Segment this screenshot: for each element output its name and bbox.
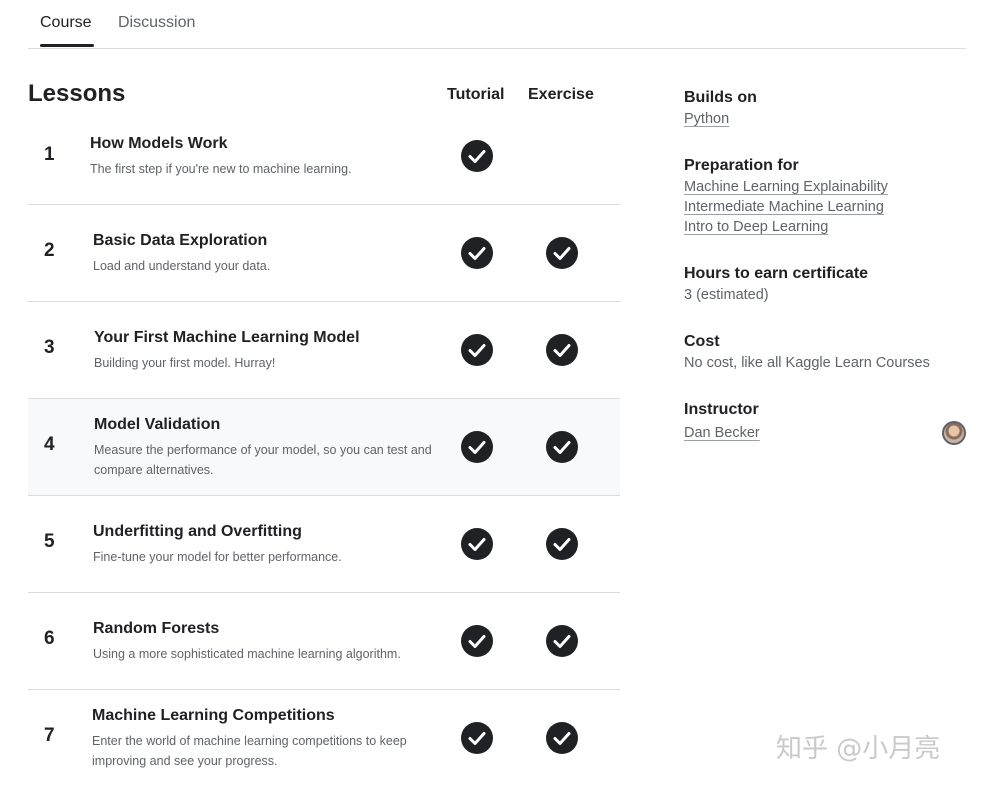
exercise-check-icon[interactable]: [546, 722, 578, 754]
lesson-title[interactable]: Your First Machine Learning Model: [94, 329, 360, 347]
active-tab-indicator: [40, 44, 94, 47]
lesson-description: Building your first model. Hurray!: [94, 356, 276, 370]
lesson-title[interactable]: Model Validation: [94, 416, 220, 434]
tutorial-check-icon[interactable]: [461, 722, 493, 754]
exercise-check-icon[interactable]: [546, 625, 578, 657]
lesson-number: 3: [44, 337, 55, 358]
tab-course[interactable]: Course: [40, 14, 92, 32]
lesson-number: 1: [44, 144, 55, 165]
tutorial-check-icon[interactable]: [461, 140, 493, 172]
builds-on-label: Builds on: [684, 89, 757, 106]
tutorial-check-icon[interactable]: [461, 431, 493, 463]
tutorial-check-icon[interactable]: [461, 237, 493, 269]
preparation-link-intro-deep-learning[interactable]: Intro to Deep Learning: [684, 219, 828, 235]
lesson-title[interactable]: Underfitting and Overfitting: [93, 523, 302, 541]
lesson-row[interactable]: 2 Basic Data Exploration Load and unders…: [28, 205, 620, 302]
lesson-number: 2: [44, 240, 55, 261]
lesson-row[interactable]: 7 Machine Learning Competitions Enter th…: [28, 690, 620, 786]
lesson-number: 5: [44, 531, 55, 552]
preparation-for-label: Preparation for: [684, 157, 799, 174]
lesson-description: The first step if you're new to machine …: [90, 162, 352, 176]
lesson-description: Measure the performance of your model, s…: [94, 443, 432, 477]
exercise-check-icon[interactable]: [546, 237, 578, 269]
tutorial-check-icon[interactable]: [461, 528, 493, 560]
hours-label: Hours to earn certificate: [684, 265, 869, 282]
lesson-description: Fine-tune your model for better performa…: [93, 550, 342, 564]
lesson-title[interactable]: Machine Learning Competitions: [92, 707, 335, 725]
lesson-row[interactable]: 6 Random Forests Using a more sophistica…: [28, 593, 620, 690]
course-tabs: Course Discussion: [28, 0, 966, 49]
lesson-row[interactable]: 3 Your First Machine Learning Model Buil…: [28, 302, 620, 399]
lesson-title[interactable]: Basic Data Exploration: [93, 232, 267, 250]
exercise-check-icon[interactable]: [546, 334, 578, 366]
tutorial-check-icon[interactable]: [461, 625, 493, 657]
exercise-check-icon[interactable]: [546, 528, 578, 560]
instructor-name-link[interactable]: Dan Becker: [684, 425, 760, 441]
lessons-heading: Lessons: [28, 80, 126, 107]
lesson-row[interactable]: 4 Model Validation Measure the performan…: [28, 399, 620, 496]
preparation-link-intermediate-ml[interactable]: Intermediate Machine Learning: [684, 199, 884, 215]
lesson-description: Load and understand your data.: [93, 259, 271, 273]
lesson-title[interactable]: How Models Work: [90, 135, 228, 153]
lesson-description: Using a more sophisticated machine learn…: [93, 647, 401, 661]
lesson-number: 4: [44, 434, 55, 455]
tutorial-column-header: Tutorial: [447, 86, 505, 103]
lesson-description: Enter the world of machine learning comp…: [92, 734, 407, 768]
lesson-row[interactable]: 1 How Models Work The first step if you'…: [28, 108, 620, 205]
cost-label: Cost: [684, 333, 720, 350]
instructor-avatar[interactable]: [942, 421, 966, 445]
cost-value: No cost, like all Kaggle Learn Courses: [684, 355, 930, 371]
tab-discussion[interactable]: Discussion: [118, 14, 195, 32]
instructor-label: Instructor: [684, 401, 759, 418]
preparation-link-ml-explainability[interactable]: Machine Learning Explainability: [684, 179, 888, 195]
exercise-column-header: Exercise: [528, 86, 594, 103]
lesson-title[interactable]: Random Forests: [93, 620, 219, 638]
exercise-check-icon[interactable]: [546, 431, 578, 463]
builds-on-link-python[interactable]: Python: [684, 111, 729, 127]
lesson-row[interactable]: 5 Underfitting and Overfitting Fine-tune…: [28, 496, 620, 593]
hours-value: 3 (estimated): [684, 287, 769, 303]
watermark-text: 知乎 @小月亮: [776, 734, 941, 764]
tutorial-check-icon[interactable]: [461, 334, 493, 366]
lesson-number: 7: [44, 725, 55, 746]
lesson-number: 6: [44, 628, 55, 649]
